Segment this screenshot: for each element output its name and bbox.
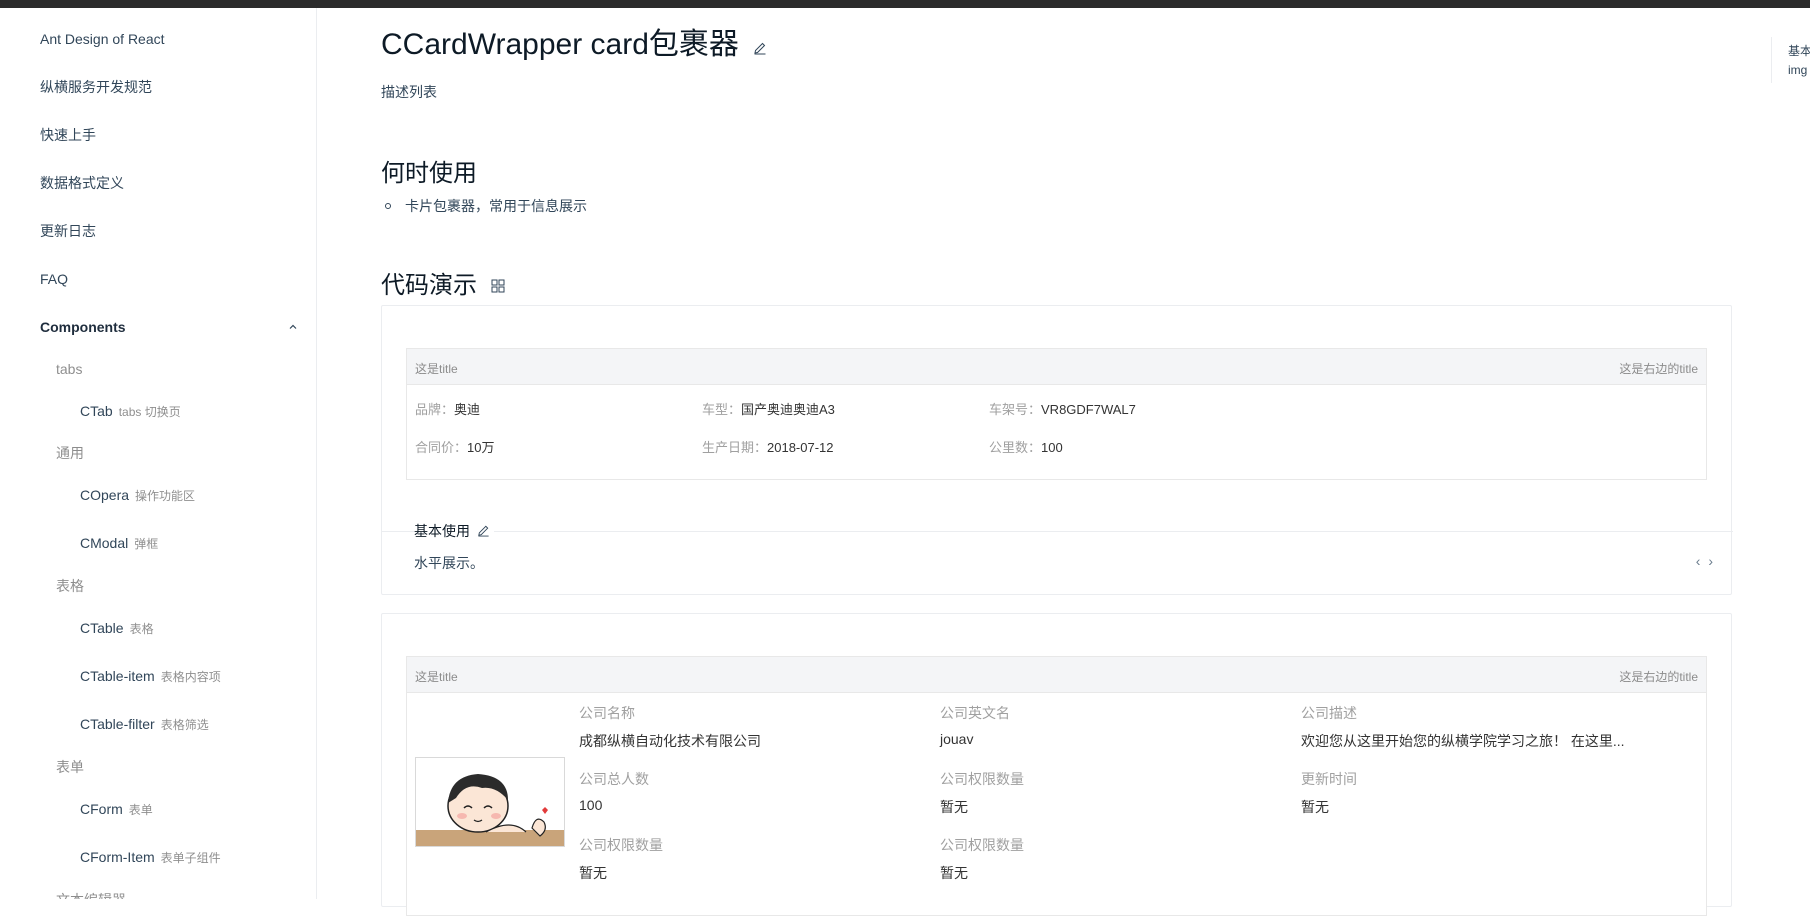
value-company-permissions: 暂无 xyxy=(940,799,968,815)
field-model: 车型：国产奥迪奥迪A3 xyxy=(702,402,835,417)
edit-icon[interactable] xyxy=(477,524,490,540)
demo-meta-title-text: 基本使用 xyxy=(414,523,470,539)
leaf-name: COpera xyxy=(80,487,130,503)
card-title: 这是title xyxy=(415,670,458,684)
sidebar-item-cmodal[interactable]: CModal 弹框 xyxy=(80,533,158,554)
heading-demo: 代码演示 xyxy=(381,265,506,301)
leaf-name: CTable-filter xyxy=(80,716,155,732)
leaf-name: CTable-item xyxy=(80,668,155,684)
cartoon-avatar-image xyxy=(415,757,565,847)
value-update-time: 暂无 xyxy=(1301,799,1329,815)
toc-anchor: 基本 img xyxy=(1771,37,1810,83)
leaf-name: CModal xyxy=(80,535,129,551)
expand-all-icon[interactable] xyxy=(490,273,506,301)
leaf-desc: 表格 xyxy=(129,622,154,636)
label-company-permissions-2: 公司权限数量 xyxy=(579,837,663,853)
sidebar-group-components[interactable]: Components xyxy=(40,317,300,337)
sidebar-section-editor: 文本编辑器 xyxy=(56,890,126,899)
sidebar-item-dev-spec[interactable]: 纵横服务开发规范 xyxy=(40,77,152,97)
field-vin: 车架号：VR8GDF7WAL7 xyxy=(989,402,1136,417)
demo-box-image: 这是title 这是右边的title 公司名称 成都纵横自动化技术有限公司 公司… xyxy=(381,613,1732,916)
value-company-permissions-2: 暂无 xyxy=(579,865,607,881)
window-top-bar xyxy=(0,0,1810,8)
sidebar-item-cform-item[interactable]: CForm-Item 表单子组件 xyxy=(80,847,221,868)
card-title: 这是title xyxy=(415,362,458,376)
chevron-up-icon xyxy=(288,318,298,338)
sidebar-item-changelog[interactable]: 更新日志 xyxy=(40,221,96,241)
label-update-time: 更新时间 xyxy=(1301,771,1357,787)
sidebar-section-form: 表单 xyxy=(56,759,84,775)
leaf-desc: 表单 xyxy=(128,803,153,817)
sidebar-section-general: 通用 xyxy=(56,445,84,461)
sidebar-section-tabs: tabs xyxy=(56,361,83,377)
card-wrapper: 这是title 这是右边的title 品牌：奥迪 车型：国产奥迪奥迪A3 车架号… xyxy=(406,348,1707,480)
leaf-desc: 弹框 xyxy=(134,537,159,551)
toc-link-basic[interactable]: 基本 xyxy=(1788,42,1810,59)
leaf-desc: 表格内容项 xyxy=(160,670,221,684)
card-wrapper: 这是title 这是右边的title 公司名称 成都纵横自动化技术有限公司 公司… xyxy=(406,656,1707,916)
page-title: CCardWrapper card包裹器 xyxy=(381,26,767,65)
sidebar-item-ctable[interactable]: CTable 表格 xyxy=(80,618,154,639)
sidebar-item-copera[interactable]: COpera 操作功能区 xyxy=(80,485,195,506)
card-right-title: 这是右边的title xyxy=(1619,670,1698,684)
value-company-desc: 欢迎您从这里开始您的纵横学院学习之旅！ 在这里... xyxy=(1301,733,1625,749)
card-header: 这是title 这是右边的title xyxy=(407,349,1706,385)
bullet-dot xyxy=(385,203,391,210)
card-right-title: 这是右边的title xyxy=(1619,362,1698,376)
label-company-desc: 公司描述 xyxy=(1301,705,1357,721)
sidebar-item-faq[interactable]: FAQ xyxy=(40,269,68,289)
label-company-en-name: 公司英文名 xyxy=(940,705,1010,721)
leaf-desc: tabs 切换页 xyxy=(118,405,181,419)
demo-box-basic: 这是title 这是右边的title 品牌：奥迪 车型：国产奥迪奥迪A3 车架号… xyxy=(381,305,1733,595)
field-brand: 品牌：奥迪 xyxy=(415,402,481,417)
label-company-headcount: 公司总人数 xyxy=(579,771,649,787)
code-expand-icon[interactable]: ‹ › xyxy=(1696,553,1715,569)
value-company-headcount: 100 xyxy=(579,797,603,813)
sidebar-item-ctab[interactable]: CTab tabs 切换页 xyxy=(80,401,181,422)
label-company-permissions: 公司权限数量 xyxy=(940,771,1024,787)
page-description: 描述列表 xyxy=(381,84,437,100)
demo-meta-description: 水平展示。 xyxy=(414,555,484,571)
heading-demo-text: 代码演示 xyxy=(381,272,477,299)
leaf-name: CForm-Item xyxy=(80,849,155,865)
value-company-en-name: jouav xyxy=(940,731,974,747)
page-title-text: CCardWrapper card包裹器 xyxy=(381,28,739,61)
field-mileage: 公里数：100 xyxy=(989,440,1063,455)
main-content: CCardWrapper card包裹器 描述列表 何时使用 卡片包裹器，常用于… xyxy=(318,8,1738,916)
heading-when-to-use: 何时使用 xyxy=(381,160,477,187)
field-price: 合同价：10万 xyxy=(415,440,495,455)
leaf-name: CTab xyxy=(80,403,113,419)
sidebar-item-ctable-item[interactable]: CTable-item 表格内容项 xyxy=(80,666,221,687)
when-bullet-text: 卡片包裹器，常用于信息展示 xyxy=(405,198,587,214)
sidebar-item-quick-start[interactable]: 快速上手 xyxy=(40,125,96,145)
demo-meta-title: 基本使用 xyxy=(414,521,494,541)
sidebar-section-table: 表格 xyxy=(56,578,84,594)
toc-link-img[interactable]: img xyxy=(1788,63,1807,77)
when-bullet: 卡片包裹器，常用于信息展示 xyxy=(381,196,587,216)
demo-meta-divider xyxy=(382,531,1733,532)
sidebar-menu: Ant Design of React 纵横服务开发规范 快速上手 数据格式定义… xyxy=(0,8,317,899)
leaf-desc: 操作功能区 xyxy=(135,489,196,503)
sidebar-item-ant-design[interactable]: Ant Design of React xyxy=(40,29,165,49)
edit-icon[interactable] xyxy=(753,27,767,65)
card-header: 这是title 这是右边的title xyxy=(407,657,1706,693)
value-company-name: 成都纵横自动化技术有限公司 xyxy=(579,733,761,749)
sidebar-item-data-format[interactable]: 数据格式定义 xyxy=(40,173,124,193)
label-company-name: 公司名称 xyxy=(579,705,635,721)
field-production-date: 生产日期：2018-07-12 xyxy=(702,440,834,455)
leaf-name: CForm xyxy=(80,801,123,817)
leaf-desc: 表格筛选 xyxy=(160,718,209,732)
sidebar-group-label: Components xyxy=(40,319,126,335)
value-company-permissions-3: 暂无 xyxy=(940,865,968,881)
sidebar-item-cform[interactable]: CForm 表单 xyxy=(80,799,153,820)
leaf-name: CTable xyxy=(80,620,124,636)
leaf-desc: 表单子组件 xyxy=(160,851,221,865)
sidebar-item-ctable-filter[interactable]: CTable-filter 表格筛选 xyxy=(80,714,209,735)
label-company-permissions-3: 公司权限数量 xyxy=(940,837,1024,853)
